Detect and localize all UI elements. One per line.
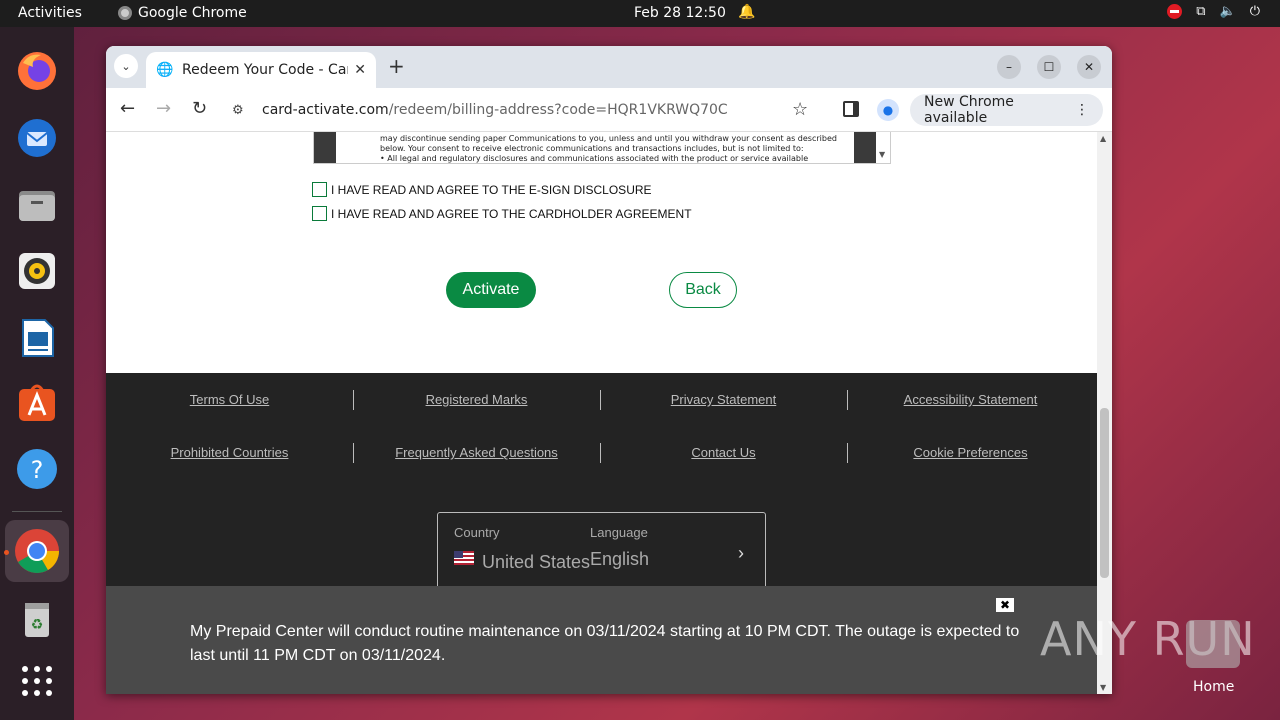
page-scrollbar[interactable]: ▲ ▼: [1097, 132, 1112, 694]
dock-separator: [12, 511, 62, 512]
chevron-right-icon: ›: [738, 543, 744, 563]
footer-link-contact[interactable]: Contact Us: [600, 445, 847, 460]
footer-link-prohibited-countries[interactable]: Prohibited Countries: [106, 445, 353, 460]
disclosure-line: below. Your consent to receive electroni…: [380, 144, 804, 153]
appcenter-icon[interactable]: [13, 379, 61, 427]
cardholder-agree-label: I HAVE READ AND AGREE TO THE CARDHOLDER …: [331, 206, 692, 221]
thunderbird-icon[interactable]: [13, 114, 61, 162]
chrome-window: ⌄ 🌐 Redeem Your Code - Card ✕ + – ☐ ✕ ← …: [106, 46, 1112, 694]
toolbar: ← → ↻ ⚙ card-activate.com/redeem/billing…: [106, 88, 1112, 132]
running-indicator: [4, 550, 9, 555]
language-label: Language: [590, 525, 648, 540]
disclosure-line: may discontinue sending paper Communicat…: [380, 134, 837, 143]
do-not-disturb-icon: [1167, 4, 1183, 19]
tab-redeem[interactable]: 🌐 Redeem Your Code - Card ✕: [146, 52, 376, 88]
bell-icon: 🔔: [738, 4, 756, 20]
reload-icon[interactable]: ↻: [192, 98, 207, 119]
back-arrow-icon[interactable]: ←: [120, 98, 135, 119]
minimize-button[interactable]: –: [997, 55, 1021, 79]
disclosure-left-bar: [314, 132, 336, 163]
bookmark-star-icon[interactable]: ☆: [792, 99, 808, 120]
app-menu[interactable]: Google Chrome: [118, 5, 247, 21]
svg-text:♻: ♻: [31, 617, 44, 633]
top-bar: Activities Google Chrome Feb 28 12:50 🔔 …: [0, 0, 1280, 27]
close-tab-icon[interactable]: ✕: [354, 62, 366, 78]
home-folder-label: Home: [1193, 679, 1235, 695]
writer-icon[interactable]: [13, 314, 61, 362]
app-name: Google Chrome: [138, 5, 247, 21]
esign-agree-checkbox-row[interactable]: I HAVE READ AND AGREE TO THE E-SIGN DISC…: [312, 182, 652, 197]
country-value: United States: [482, 552, 591, 572]
chrome-small-icon: [118, 6, 132, 20]
address-bar[interactable]: ⚙ card-activate.com/redeem/billing-addre…: [226, 94, 826, 126]
url-host: card-activate.com: [262, 102, 389, 118]
dock: ? ♻: [0, 27, 74, 720]
cardholder-agree-checkbox[interactable]: [312, 206, 327, 221]
clock[interactable]: Feb 28 12:50: [634, 5, 726, 21]
us-flag-icon: [454, 551, 474, 565]
svg-text:?: ?: [31, 456, 44, 484]
trash-icon[interactable]: ♻: [13, 595, 61, 643]
close-window-button[interactable]: ✕: [1077, 55, 1101, 79]
system-tray[interactable]: ⧉ 🔈 ⏻: [1167, 4, 1260, 19]
esign-disclosure-box[interactable]: ▼ may discontinue sending paper Communic…: [313, 132, 891, 164]
volume-icon: 🔈: [1219, 4, 1236, 19]
footer-link-terms[interactable]: Terms Of Use: [106, 392, 353, 407]
language-value: English: [590, 549, 650, 569]
network-icon: ⧉: [1196, 4, 1206, 19]
more-menu-icon[interactable]: ⋮: [1075, 102, 1089, 118]
page-content: ▼ may discontinue sending paper Communic…: [106, 132, 1097, 694]
cardholder-agree-checkbox-row[interactable]: I HAVE READ AND AGREE TO THE CARDHOLDER …: [312, 206, 692, 221]
help-icon[interactable]: ?: [13, 445, 61, 493]
chrome-icon[interactable]: [13, 527, 61, 575]
url-path: /redeem/billing-address?code=HQR1VKRWQ70…: [388, 102, 728, 118]
footer-link-registered-marks[interactable]: Registered Marks: [353, 392, 600, 407]
new-chrome-label: New Chrome available: [924, 94, 1014, 126]
tab-strip: ⌄ 🌐 Redeem Your Code - Card ✕ + – ☐ ✕: [106, 46, 1112, 88]
site-info-icon[interactable]: ⚙: [232, 103, 252, 118]
apps-grid-icon[interactable]: [13, 657, 61, 705]
profile-icon[interactable]: ●: [877, 99, 899, 121]
globe-icon: 🌐: [156, 62, 174, 78]
scrollbar-thumb[interactable]: [1100, 408, 1109, 578]
maintenance-banner: ✖ My Prepaid Center will conduct routine…: [106, 586, 1097, 694]
scroll-down-arrow-icon[interactable]: ▼: [879, 150, 885, 159]
footer-link-privacy[interactable]: Privacy Statement: [600, 392, 847, 407]
footer-link-cookie-preferences[interactable]: Cookie Preferences: [847, 445, 1094, 460]
home-folder-icon[interactable]: [1186, 620, 1240, 668]
tab-search-button[interactable]: ⌄: [114, 54, 138, 78]
side-panel-icon[interactable]: [843, 101, 859, 117]
disclosure-text: may discontinue sending paper Communicat…: [380, 134, 840, 163]
country-label: Country: [454, 525, 500, 540]
maximize-button[interactable]: ☐: [1037, 55, 1061, 79]
files-icon[interactable]: [13, 181, 61, 229]
tab-title: Redeem Your Code - Card: [182, 62, 349, 78]
firefox-icon[interactable]: [13, 47, 61, 95]
disclosure-line: • All legal and regulatory disclosures a…: [380, 154, 809, 163]
new-chrome-available-button[interactable]: New Chrome available ⋮: [910, 94, 1103, 126]
new-tab-button[interactable]: +: [388, 54, 405, 78]
scroll-up-arrow-icon[interactable]: ▲: [1100, 134, 1106, 143]
footer-link-faq[interactable]: Frequently Asked Questions: [353, 445, 600, 460]
back-button[interactable]: Back: [669, 272, 737, 308]
power-icon: ⏻: [1249, 4, 1260, 19]
footer-link-accessibility[interactable]: Accessibility Statement: [847, 392, 1094, 407]
activate-button[interactable]: Activate: [446, 272, 536, 308]
rhythmbox-icon[interactable]: [13, 247, 61, 295]
esign-agree-label: I HAVE READ AND AGREE TO THE E-SIGN DISC…: [331, 182, 652, 197]
close-banner-button[interactable]: ✖: [996, 598, 1014, 612]
scroll-down-arrow-icon[interactable]: ▼: [1100, 683, 1106, 692]
maintenance-message: My Prepaid Center will conduct routine m…: [190, 623, 1020, 664]
forward-arrow-icon[interactable]: →: [156, 98, 171, 119]
esign-agree-checkbox[interactable]: [312, 182, 327, 197]
activities-button[interactable]: Activities: [18, 5, 82, 21]
disclosure-right-bar: [854, 132, 876, 163]
